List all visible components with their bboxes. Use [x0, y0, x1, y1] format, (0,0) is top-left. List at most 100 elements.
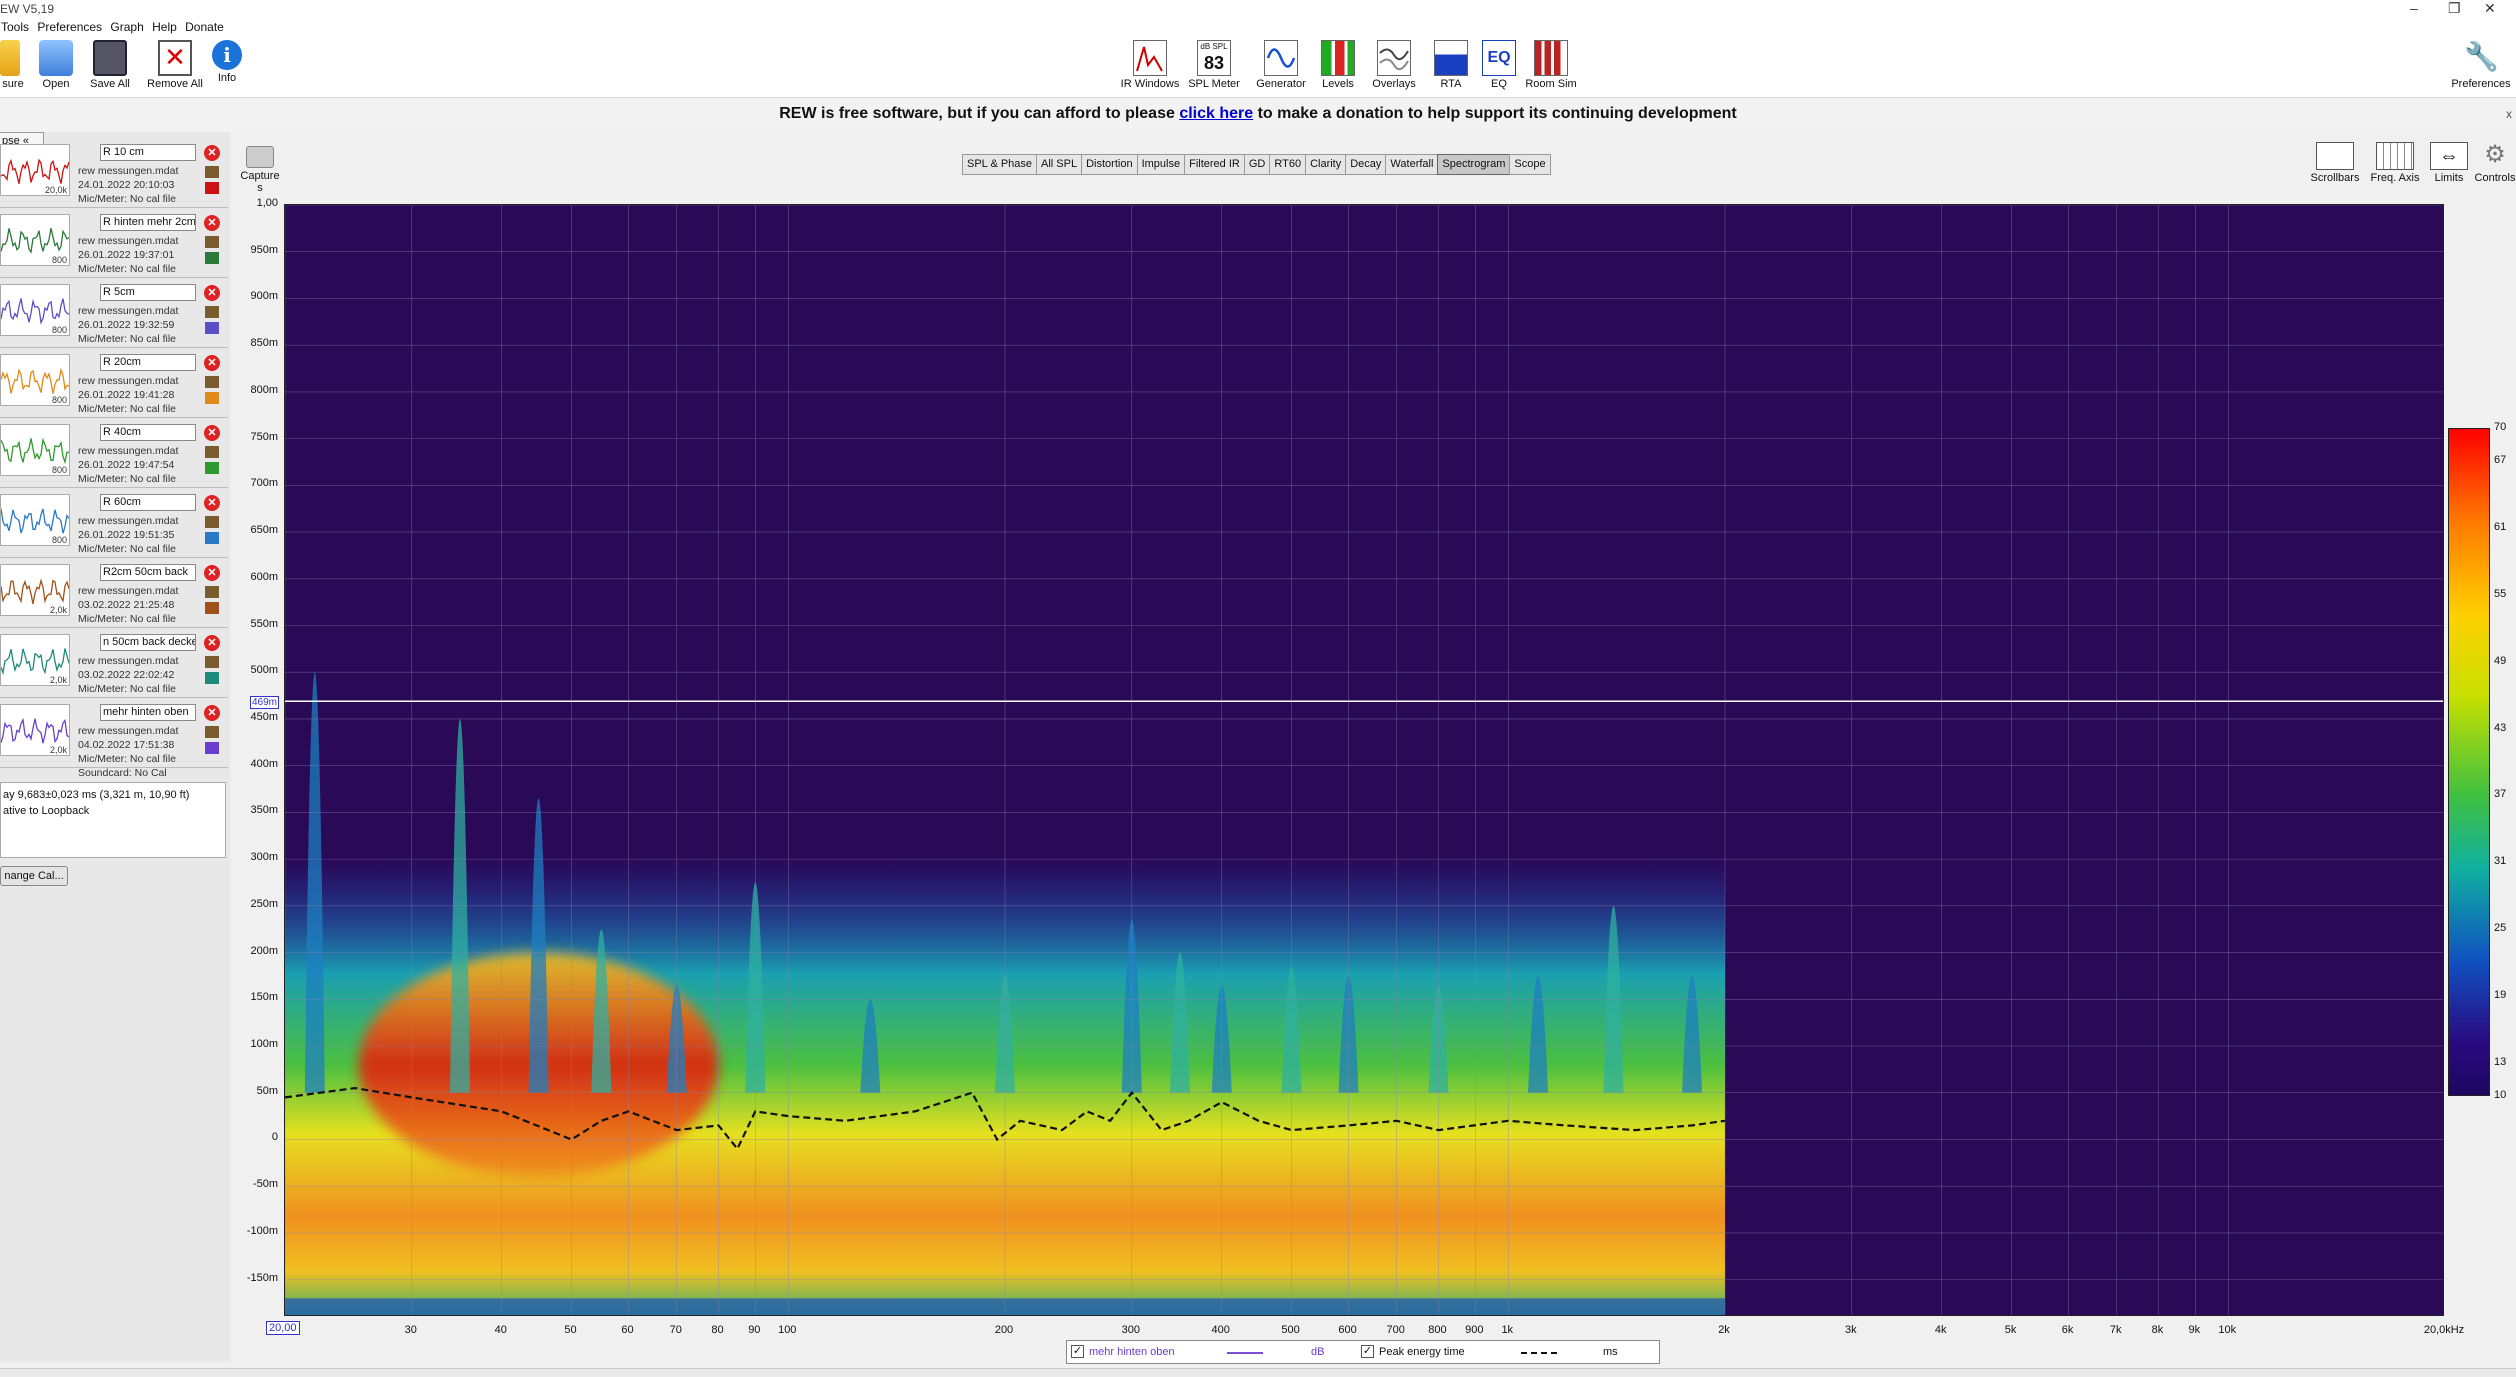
close-window-button[interactable]: ✕	[2484, 0, 2496, 17]
scrollbars-button[interactable]: Scrollbars	[2306, 142, 2364, 184]
measurement-item[interactable]: 800 R hinten mehr 2cm ✕ rew messungen.mdat 2…	[0, 208, 228, 278]
limits-button[interactable]: ⇔ Limits	[2428, 142, 2470, 184]
banner-close-button[interactable]: x	[2506, 98, 2512, 130]
peak-energy-checkbox[interactable]: ✓	[1361, 1345, 1374, 1358]
measurement-name-field[interactable]: mehr hinten oben	[100, 704, 196, 721]
graph-settings-icon[interactable]	[205, 516, 219, 528]
color-pen-icon[interactable]	[205, 742, 219, 754]
menu-donate[interactable]: Donate	[184, 18, 228, 34]
delete-measurement-icon[interactable]: ✕	[204, 495, 220, 511]
tab-spl-phase[interactable]: SPL & Phase	[962, 154, 1038, 175]
measurement-item[interactable]: 800 R 5cm ✕ rew messungen.mdat 26.01.2022 19…	[0, 278, 228, 348]
delete-measurement-icon[interactable]: ✕	[204, 145, 220, 161]
tab-scope[interactable]: Scope	[1509, 154, 1551, 175]
open-button[interactable]: Open	[34, 40, 78, 90]
capture-button[interactable]: Capture s	[240, 146, 280, 194]
measurement-name-field[interactable]: n 50cm back decke	[100, 634, 196, 651]
delete-measurement-icon[interactable]: ✕	[204, 285, 220, 301]
measurement-name-field[interactable]: R2cm 50cm back	[100, 564, 196, 581]
tab-impulse[interactable]: Impulse	[1136, 154, 1186, 175]
graph-settings-icon[interactable]	[205, 376, 219, 388]
room-sim-button[interactable]: Room Sim	[1524, 40, 1578, 90]
measurement-thumbnail[interactable]: 800	[0, 354, 70, 406]
delete-measurement-icon[interactable]: ✕	[204, 705, 220, 721]
graph-settings-icon[interactable]	[205, 306, 219, 318]
measurement-item[interactable]: 800 R 40cm ✕ rew messungen.mdat 26.01.2022 1…	[0, 418, 228, 488]
delete-measurement-icon[interactable]: ✕	[204, 215, 220, 231]
measurement-item[interactable]: 800 R 60cm ✕ rew messungen.mdat 26.01.2022 1…	[0, 488, 228, 558]
tab-spectrogram[interactable]: Spectrogram	[1437, 154, 1511, 175]
save-all-button[interactable]: Save All	[86, 40, 134, 90]
measurement-thumbnail[interactable]: 2,0k	[0, 704, 70, 756]
color-pen-icon[interactable]	[205, 532, 219, 544]
maximize-button[interactable]: ❐	[2448, 0, 2461, 17]
menu-graph[interactable]: Graph	[109, 18, 147, 34]
measurement-thumbnail[interactable]: 2,0k	[0, 634, 70, 686]
change-cal-button[interactable]: nange Cal...	[0, 866, 68, 886]
menu-preferences[interactable]: Preferences	[36, 18, 106, 34]
graph-settings-icon[interactable]	[205, 446, 219, 458]
color-pen-icon[interactable]	[205, 602, 219, 614]
measurement-name-field[interactable]: R 60cm	[100, 494, 196, 511]
overlays-button[interactable]: Overlays	[1368, 40, 1420, 90]
tab-clarity[interactable]: Clarity	[1305, 154, 1347, 175]
color-pen-icon[interactable]	[205, 462, 219, 474]
measurement-item[interactable]: 800 R 20cm ✕ rew messungen.mdat 26.01.2022 1…	[0, 348, 228, 418]
menu-tools[interactable]: Tools	[0, 18, 33, 34]
controls-button[interactable]: ⚙ Controls	[2474, 142, 2516, 185]
measurement-item[interactable]: 20,0k R 10 cm ✕ rew messungen.mdat 24.01.202…	[0, 138, 228, 208]
delete-measurement-icon[interactable]: ✕	[204, 425, 220, 441]
delete-measurement-icon[interactable]: ✕	[204, 635, 220, 651]
delete-measurement-icon[interactable]: ✕	[204, 355, 220, 371]
measurement-thumbnail[interactable]: 2,0k	[0, 564, 70, 616]
info-button[interactable]: i Info	[210, 40, 244, 84]
cursor-frequency-readout[interactable]: 20,00	[266, 1321, 300, 1335]
measurement-name-field[interactable]: R hinten mehr 2cm	[100, 214, 196, 231]
delete-measurement-icon[interactable]: ✕	[204, 565, 220, 581]
freq-axis-button[interactable]: Freq. Axis	[2366, 142, 2424, 184]
tab-distortion[interactable]: Distortion	[1081, 154, 1138, 175]
rta-button[interactable]: RTA	[1432, 40, 1470, 90]
donate-link[interactable]: click here	[1179, 105, 1253, 122]
measure-button[interactable]: sure	[0, 40, 26, 90]
spectrogram-plot[interactable]	[284, 204, 2444, 1316]
menu-help[interactable]: Help	[151, 18, 181, 34]
color-pen-icon[interactable]	[205, 252, 219, 264]
graph-settings-icon[interactable]	[205, 166, 219, 178]
tab-waterfall[interactable]: Waterfall	[1385, 154, 1439, 175]
graph-settings-icon[interactable]	[205, 236, 219, 248]
preferences-button[interactable]: 🔧 Preferences	[2448, 40, 2514, 90]
tab-all-spl[interactable]: All SPL	[1036, 154, 1083, 175]
measurement-thumbnail[interactable]: 20,0k	[0, 144, 70, 196]
remove-all-button[interactable]: ✕ Remove All	[144, 40, 206, 90]
tab-filtered-ir[interactable]: Filtered IR	[1184, 154, 1245, 175]
minimize-button[interactable]: –	[2410, 0, 2418, 16]
graph-settings-icon[interactable]	[205, 726, 219, 738]
color-pen-icon[interactable]	[205, 672, 219, 684]
tab-rt60[interactable]: RT60	[1269, 154, 1307, 175]
measurement-item[interactable]: 2,0k n 50cm back decke ✕ rew messungen.mdat…	[0, 628, 228, 698]
color-pen-icon[interactable]	[205, 182, 219, 194]
measurement-name-field[interactable]: R 10 cm	[100, 144, 196, 161]
measurement-thumbnail[interactable]: 800	[0, 284, 70, 336]
tab-decay[interactable]: Decay	[1345, 154, 1387, 175]
tab-gd[interactable]: GD	[1243, 154, 1271, 175]
graph-settings-icon[interactable]	[205, 586, 219, 598]
series-checkbox[interactable]: ✓	[1071, 1345, 1084, 1358]
levels-button[interactable]: Levels	[1318, 40, 1358, 90]
graph-settings-icon[interactable]	[205, 656, 219, 668]
measurement-name-field[interactable]: R 40cm	[100, 424, 196, 441]
measurement-thumbnail[interactable]: 800	[0, 494, 70, 546]
color-pen-icon[interactable]	[205, 392, 219, 404]
ir-windows-button[interactable]: IR Windows	[1118, 40, 1182, 90]
eq-button[interactable]: EQ EQ	[1482, 40, 1516, 90]
measurement-name-field[interactable]: R 5cm	[100, 284, 196, 301]
spl-meter-button[interactable]: dB SPL 83 SPL Meter	[1188, 40, 1240, 90]
measurement-name-field[interactable]: R 20cm	[100, 354, 196, 371]
color-pen-icon[interactable]	[205, 322, 219, 334]
measurement-item[interactable]: 2,0k R2cm 50cm back ✕ rew messungen.mdat 03.…	[0, 558, 228, 628]
measurement-thumbnail[interactable]: 800	[0, 214, 70, 266]
generator-button[interactable]: Generator	[1254, 40, 1308, 90]
measurement-thumbnail[interactable]: 800	[0, 424, 70, 476]
measurement-item[interactable]: 2,0k mehr hinten oben ✕ rew messungen.mdat 0…	[0, 698, 228, 779]
